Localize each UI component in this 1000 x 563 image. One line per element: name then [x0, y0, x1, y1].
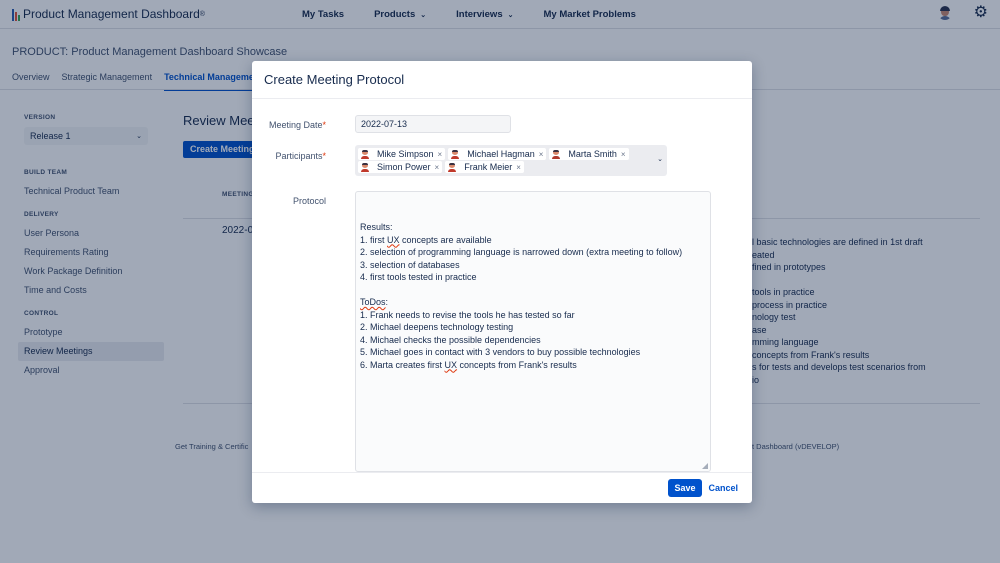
participant-chip: Michael Hagman × [448, 148, 547, 160]
protocol-line: Results: [360, 222, 393, 232]
spellcheck-underline: UX [444, 359, 458, 370]
protocol-line: 6. Marta creates first UX concepts from … [360, 359, 577, 370]
protocol-line: 2. Michael deepens technology testing [360, 322, 514, 332]
meeting-date-label: Meeting Date* [252, 120, 326, 130]
participants-multiselect[interactable]: Mike Simpson × Michael Hagman × Marta Smith ×… [355, 145, 667, 176]
participant-name: Frank Meier [464, 162, 513, 172]
participant-name: Marta Smith [568, 149, 617, 159]
participant-name: Mike Simpson [377, 149, 434, 159]
protocol-line: 1. first UX concepts are available [360, 234, 492, 245]
remove-participant-icon[interactable]: × [438, 150, 443, 159]
cancel-button[interactable]: Cancel [708, 479, 738, 497]
required-mark: * [322, 151, 326, 161]
save-button[interactable]: Save [668, 479, 702, 497]
dialog-footer: Save Cancel [252, 472, 752, 503]
required-mark: * [322, 120, 326, 130]
remove-participant-icon[interactable]: × [516, 163, 521, 172]
participant-avatar-icon [451, 149, 460, 159]
participant-name: Simon Power [377, 162, 431, 172]
create-meeting-protocol-dialog: Create Meeting Protocol Meeting Date* 20… [252, 61, 752, 503]
participant-avatar-icon [552, 149, 561, 159]
participant-chip: Frank Meier × [445, 161, 524, 173]
chevron-down-icon[interactable]: ⌄ [657, 155, 663, 163]
participant-chip: Simon Power × [358, 161, 443, 173]
label-text: Participants [275, 151, 323, 161]
dialog-title: Create Meeting Protocol [252, 61, 752, 99]
protocol-line: 4. Michael checks the possible dependenc… [360, 334, 541, 345]
participant-chip: Marta Smith × [549, 148, 629, 160]
protocol-label: Protocol [292, 196, 326, 206]
spellcheck-underline: UX [387, 234, 400, 245]
protocol-line: 3. selection of databases [360, 259, 460, 270]
protocol-line: 4. first tools tested in practice [360, 272, 477, 282]
participant-name: Michael Hagman [467, 149, 535, 159]
participant-chip: Mike Simpson × [358, 148, 446, 160]
spellcheck-underline: ToDos [360, 297, 386, 307]
meeting-date-field[interactable]: 2022-07-13 [355, 115, 511, 133]
participant-avatar-icon [361, 162, 369, 172]
participant-avatar-icon [448, 162, 457, 172]
participants-label: Participants* [252, 151, 326, 161]
protocol-line: 5. Michael goes in contact with 3 vendor… [360, 347, 641, 357]
protocol-line: 1. Frank needs to revise the tools he ha… [360, 309, 575, 320]
remove-participant-icon[interactable]: × [539, 150, 544, 159]
resize-handle-icon[interactable] [702, 463, 708, 469]
label-text: Meeting Date [268, 120, 323, 130]
protocol-line: 2. selection of programming language is … [360, 247, 683, 257]
remove-participant-icon[interactable]: × [621, 150, 626, 159]
remove-participant-icon[interactable]: × [435, 163, 440, 172]
participant-avatar-icon [361, 149, 369, 159]
protocol-line: ToDos: [360, 297, 389, 307]
protocol-line [360, 284, 706, 297]
protocol-textarea[interactable]: Results: 1. first UX concepts are availab… [355, 191, 711, 472]
